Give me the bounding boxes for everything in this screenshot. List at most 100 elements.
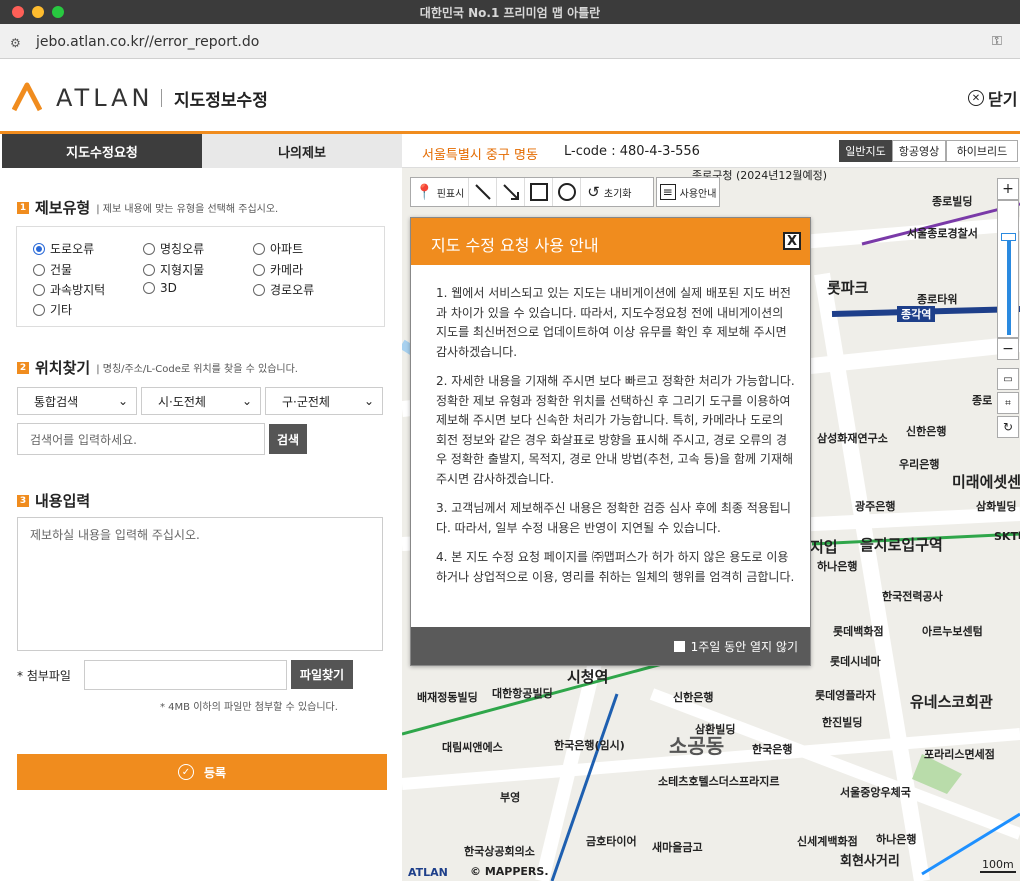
key-icon[interactable]: ⚿ [992, 34, 1002, 49]
tab-error-request[interactable]: 지도수정요청 [2, 134, 202, 168]
map-label: 배재정동빌딩 [417, 691, 478, 704]
dont-show-checkbox[interactable] [673, 640, 685, 652]
search-button[interactable]: 검색 [269, 424, 307, 454]
map-label: 서울중앙우체국 [840, 786, 911, 799]
zoom-slider-handle[interactable] [1001, 233, 1016, 241]
section-report-type-header: 1 제보유형 | 제보 내용에 맞는 유형을 선택해 주십시오. [17, 197, 278, 218]
radio-icon [33, 263, 45, 276]
map-label: 서울종로경찰서 [907, 227, 978, 240]
radio-speed-bump[interactable]: 과속방지턱 [33, 281, 105, 298]
map-label: 부영 [500, 791, 521, 804]
chevron-down-icon: ⌄ [241, 394, 252, 408]
map-label: 종로타워 [917, 293, 958, 306]
tab-my-reports[interactable]: 나의제보 [202, 134, 402, 168]
maptype-hybrid-button[interactable]: 하이브리드 [946, 140, 1018, 162]
map-label: 신한은행 [673, 691, 714, 704]
maptype-aerial-button[interactable]: 항공영상 [892, 140, 946, 162]
section-title: 제보유형 [35, 199, 91, 217]
map-label: 신세계백화점 [797, 835, 858, 848]
map-label: 롯데시네마 [830, 655, 881, 668]
search-type-select[interactable]: 통합검색 ⌄ [17, 387, 137, 415]
radio-icon [143, 263, 155, 276]
radio-icon [253, 263, 265, 276]
map-label: 신한은행 [906, 425, 947, 438]
district-select[interactable]: 구·군전체 ⌄ [265, 387, 383, 415]
reset-icon: ↺ [587, 183, 600, 201]
radio-road-error[interactable]: 도로오류 [33, 240, 94, 257]
url-bar[interactable]: ⚙ jebo.atlan.co.kr//error_report.do ⚿ [0, 24, 1020, 59]
close-icon: ✕ [968, 90, 984, 106]
browse-file-button[interactable]: 파일찾기 [291, 660, 353, 689]
dont-show-label[interactable]: 1주일 동안 열지 않기 [691, 638, 798, 655]
site-settings-icon[interactable]: ⚙ [10, 36, 21, 50]
map-label: 포라리스면세점 [924, 748, 995, 761]
reset-tool-button[interactable]: ↺ 초기화 [581, 178, 637, 206]
map-label: 광주은행 [855, 500, 896, 513]
atlan-logo-icon [12, 82, 42, 112]
submit-button[interactable]: ✓ 등록 [17, 754, 387, 790]
map-label: 하나은행 [817, 560, 858, 573]
url-text[interactable]: jebo.atlan.co.kr//error_report.do [36, 34, 259, 50]
map-label: 소공동 [669, 734, 725, 758]
zoom-slider[interactable] [997, 200, 1019, 338]
atlan-map-logo: ATLAN [408, 866, 448, 879]
radio-3d[interactable]: 3D [143, 281, 177, 295]
radio-apartment[interactable]: 아파트 [253, 240, 303, 257]
search-input[interactable]: 검색어를 입력하세요. [17, 423, 265, 455]
area-measure-icon[interactable]: ⌗ [997, 392, 1019, 414]
modal-paragraph: 4. 본 지도 수정 요청 페이지를 ㈜맵퍼스가 허가 하지 않은 용도로 이용… [436, 550, 795, 584]
usage-guide-button[interactable]: ≡ 사용안내 [656, 177, 720, 207]
arrow-icon [503, 184, 519, 200]
modal-paragraph: 3. 고객님께서 제보해주신 내용은 정확한 검증 심사 후에 최종 적용됩니다… [436, 501, 791, 535]
report-type-group: 도로오류 명칭오류 아파트 건물 지형지물 카메라 과속방지턱 3D 경로오류 … [16, 226, 385, 327]
radio-camera[interactable]: 카메라 [253, 261, 303, 278]
attach-file-field[interactable] [84, 660, 287, 690]
rotate-icon[interactable]: ↻ [997, 416, 1019, 438]
map-label: SKT타 [994, 530, 1020, 543]
circle-icon [557, 183, 576, 201]
brand-name: ATLAN [56, 84, 154, 112]
radio-icon [253, 242, 265, 255]
circle-tool-button[interactable] [553, 178, 582, 206]
map-label: 종로 [972, 394, 993, 407]
radio-name-error[interactable]: 명칭오류 [143, 240, 204, 257]
radio-building[interactable]: 건물 [33, 261, 72, 278]
pin-icon: 📍 [415, 183, 434, 201]
map-scale: 100m [980, 858, 1016, 873]
ruler-icon[interactable]: ▭ [997, 368, 1019, 390]
map-label: 한국상공회의소 [464, 845, 535, 858]
close-page-button[interactable]: ✕ 닫기 [968, 86, 1017, 110]
map-label: 롯데백화점 [833, 625, 884, 638]
arrow-tool-button[interactable] [497, 178, 526, 206]
chevron-down-icon: ⌄ [363, 394, 374, 408]
map-label: 우리은행 [899, 458, 940, 471]
map-label: 한국은행(임시) [554, 739, 625, 752]
content-textarea[interactable]: 제보하실 내용을 입력해 주십시오. [17, 517, 383, 651]
map-label: 삼성화재연구소 [817, 432, 888, 445]
map-label: 아르누보센텀 [922, 625, 983, 638]
pin-tool-button[interactable]: 📍 핀표시 [411, 178, 470, 206]
map-copyright: © MAPPERS. [470, 865, 549, 878]
radio-route-error[interactable]: 경로오류 [253, 281, 314, 298]
map-location: 서울특별시 중구 명동 [422, 148, 538, 163]
attach-note: * 4MB 이하의 파일만 첨부할 수 있습니다. [160, 702, 338, 713]
map-label: 시청역 [567, 668, 609, 686]
attach-label: * 첨부파일 [17, 669, 71, 683]
modal-close-button[interactable]: X [783, 232, 801, 250]
drawing-toolbar: 📍 핀표시 ↺ 초기화 [410, 177, 654, 207]
zoom-in-button[interactable]: + [997, 178, 1019, 200]
modal-body: 1. 웹에서 서비스되고 있는 지도는 내비게이션에 실제 배포된 지도 버전과… [436, 284, 796, 597]
section-desc: | 명칭/주소/L-Code로 위치를 찾을 수 있습니다. [96, 364, 298, 375]
map-label: 한진빌딩 [822, 716, 863, 729]
province-select[interactable]: 시·도전체 ⌄ [141, 387, 261, 415]
radio-terrain[interactable]: 지형지물 [143, 261, 204, 278]
maptype-standard-button[interactable]: 일반지도 [839, 140, 892, 162]
zoom-out-button[interactable]: − [997, 338, 1019, 360]
section-desc: | 제보 내용에 맞는 유형을 선택해 주십시오. [96, 204, 279, 215]
document-icon: ≡ [659, 184, 676, 200]
page-title: 지도정보수정 [174, 91, 268, 111]
rectangle-tool-button[interactable] [525, 178, 554, 206]
line-tool-button[interactable] [469, 178, 498, 206]
radio-other[interactable]: 기타 [33, 301, 72, 318]
map-label: 종로빌딩 [932, 195, 973, 208]
